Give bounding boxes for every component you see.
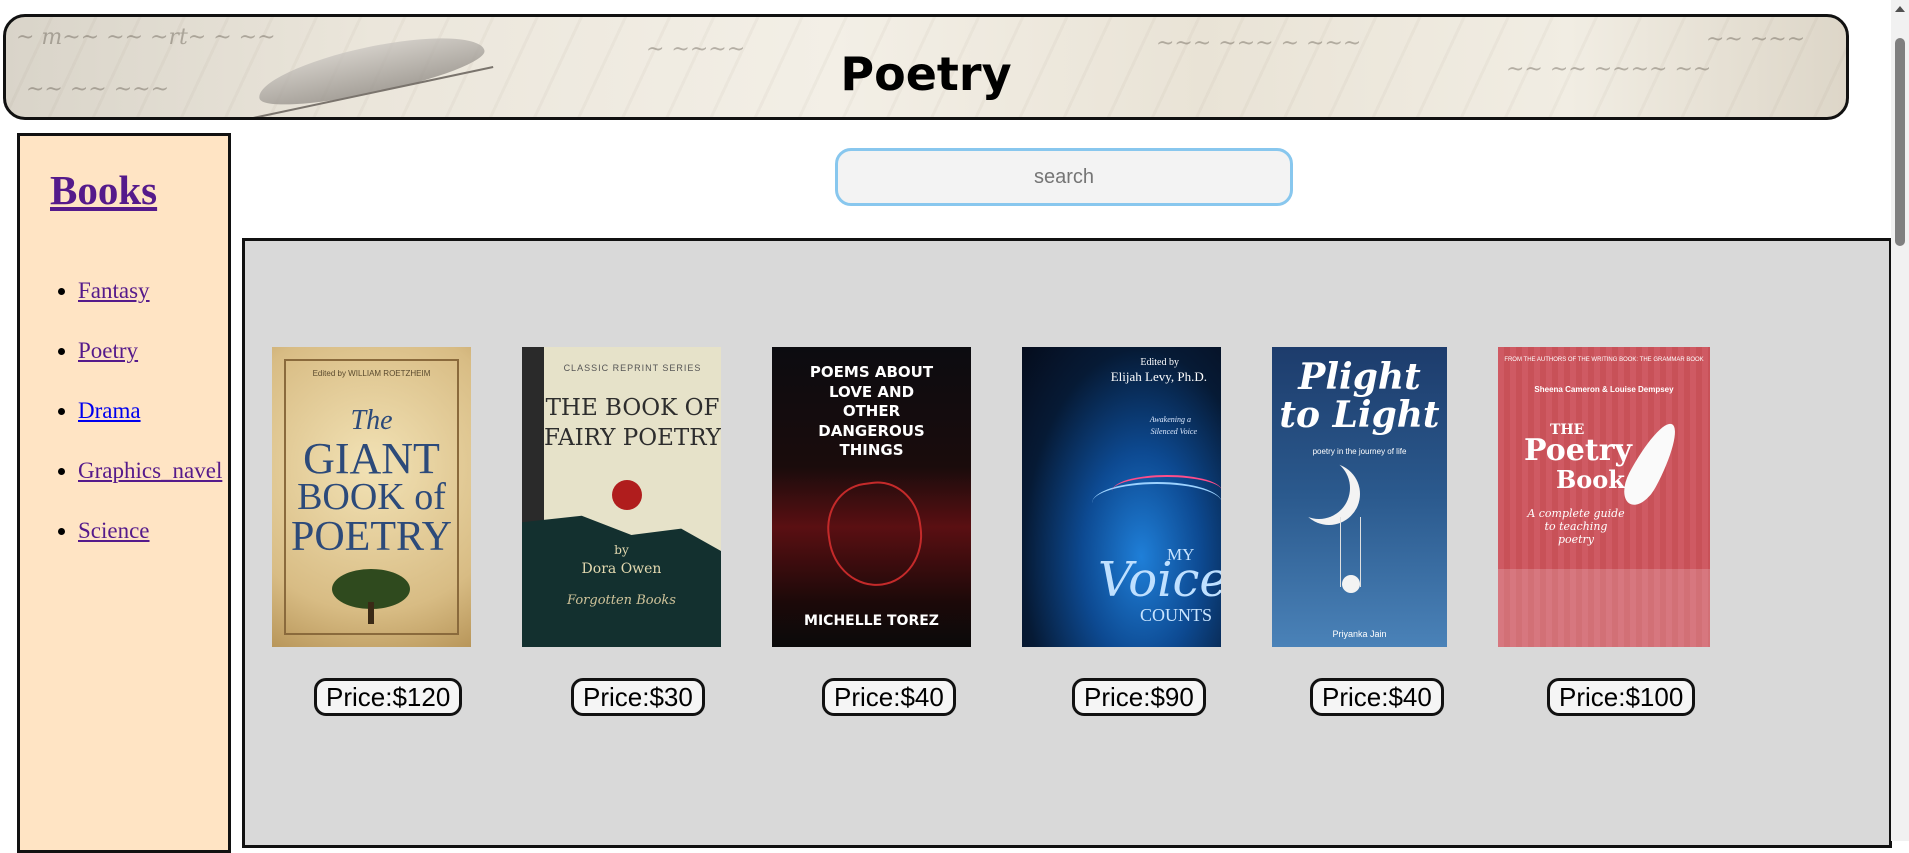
vertical-scrollbar[interactable] — [1891, 0, 1909, 841]
cover-title-line: Voice — [1098, 552, 1221, 608]
cover-author: Priyanka Jain — [1332, 629, 1387, 639]
list-item: Fantasy — [78, 276, 222, 336]
sidebar-item-graphics-navel[interactable]: Graphics_navel — [78, 458, 222, 483]
list-item: Graphics_navel — [78, 456, 222, 516]
cover-subtitle: Awakening a — [1149, 415, 1191, 424]
sidebar-item-poetry[interactable]: Poetry — [78, 338, 138, 363]
cover-top-text: FROM THE AUTHORS OF THE WRITING BOOK: TH… — [1504, 357, 1704, 363]
cover-editor: Edited by — [1140, 357, 1179, 368]
list-item: Drama — [78, 396, 222, 456]
cover-author: Elijah Levy, Ph.D. — [1110, 369, 1207, 384]
cover-author: Dora Owen — [581, 561, 662, 577]
list-item: Poetry — [78, 336, 222, 396]
cover-title-line: THINGS — [839, 441, 904, 459]
cover-title-line: Poetry — [1524, 433, 1632, 468]
header-banner: ~ m~~ ~~ ~rt~ ~ ~~ ~~ ~~ ~~~ ~ ~~~~ ~~~ … — [3, 14, 1849, 120]
book-cover-the-poetry-book[interactable]: FROM THE AUTHORS OF THE WRITING BOOK: TH… — [1498, 347, 1710, 647]
girl-silhouette-icon — [1342, 575, 1360, 593]
price-button[interactable]: Price:$100 — [1547, 678, 1696, 716]
cover-subtitle: A complete guide to teaching poetry — [1527, 507, 1625, 546]
book-cover-my-voice-counts[interactable]: Edited by Elijah Levy, Ph.D. Awakening a… — [1022, 347, 1221, 647]
tree-trunk — [368, 602, 374, 624]
cover-by: by — [614, 543, 629, 557]
cover-title-line: OTHER — [842, 402, 901, 420]
product-grid: Edited by WILLIAM ROETZHEIM The GIANT BO… — [242, 238, 1892, 848]
cover-band — [1498, 569, 1710, 647]
moon-icon — [1288, 457, 1350, 519]
cover-tagline: poetry in the journey of life — [1312, 447, 1407, 456]
soundwave-decoration — [1112, 475, 1221, 507]
search-input[interactable] — [835, 148, 1293, 206]
price-button[interactable]: Price:$30 — [571, 678, 705, 716]
page-title: Poetry — [840, 47, 1012, 101]
cover-author: MICHELLE TOREZ — [804, 613, 939, 629]
books-link[interactable]: Books — [50, 166, 157, 214]
book-cover-giant-book-of-poetry[interactable]: Edited by WILLIAM ROETZHEIM The GIANT BO… — [272, 347, 471, 647]
heart-icon — [821, 475, 929, 593]
list-item: Science — [78, 516, 222, 576]
sidebar-item-fantasy[interactable]: Fantasy — [78, 278, 150, 303]
cover-title-line: DANGEROUS — [818, 421, 925, 440]
cover-title-line: FAIRY POETRY — [544, 425, 721, 451]
book-cover-plight-to-light[interactable]: Plight to Light poetry in the journey of… — [1272, 347, 1447, 647]
cover-title-line: LOVE AND — [828, 382, 915, 401]
cover-publisher: Forgotten Books — [567, 593, 676, 608]
cover-title-line: POETRY — [290, 514, 453, 560]
sidebar-item-science[interactable]: Science — [78, 518, 150, 543]
book-cover-fairy-poetry[interactable]: CLASSIC REPRINT SERIES THE BOOK OF FAIRY… — [522, 347, 721, 647]
cover-subtitle: Silenced Voice — [1150, 427, 1197, 436]
scroll-up-icon[interactable] — [1895, 6, 1905, 12]
sidebar: Books Fantasy Poetry Drama Graphics_nave… — [17, 133, 231, 853]
swing-rope — [1360, 517, 1361, 587]
cover-title-line: POEMS ABOUT — [809, 363, 934, 381]
price-button[interactable]: Price:$120 — [314, 678, 463, 716]
seal-icon — [612, 480, 642, 510]
cover-series: CLASSIC REPRINT SERIES — [563, 363, 702, 373]
scrollbar-thumb[interactable] — [1895, 38, 1905, 246]
cover-title-line: THE BOOK OF — [545, 395, 720, 421]
swing-rope — [1340, 517, 1341, 587]
cover-title-line: to Light — [1279, 394, 1440, 436]
sidebar-item-drama[interactable]: Drama — [78, 398, 141, 423]
cover-author: Sheena Cameron & Louise Dempsey — [1534, 385, 1674, 394]
cover-title-line: COUNTS — [1140, 605, 1213, 625]
book-cover-poems-about-love[interactable]: POEMS ABOUT LOVE AND OTHER DANGEROUS THI… — [772, 347, 971, 647]
cover-editor: Edited by WILLIAM ROETZHEIM — [312, 369, 431, 378]
page: ~ m~~ ~~ ~rt~ ~ ~~ ~~ ~~ ~~~ ~ ~~~~ ~~~ … — [0, 0, 1892, 853]
price-button[interactable]: Price:$40 — [1310, 678, 1444, 716]
price-button[interactable]: Price:$90 — [1072, 678, 1206, 716]
cover-title-line: Plight — [1298, 356, 1421, 398]
category-list: Fantasy Poetry Drama Graphics_navel Scie… — [58, 276, 222, 576]
price-button[interactable]: Price:$40 — [822, 678, 956, 716]
